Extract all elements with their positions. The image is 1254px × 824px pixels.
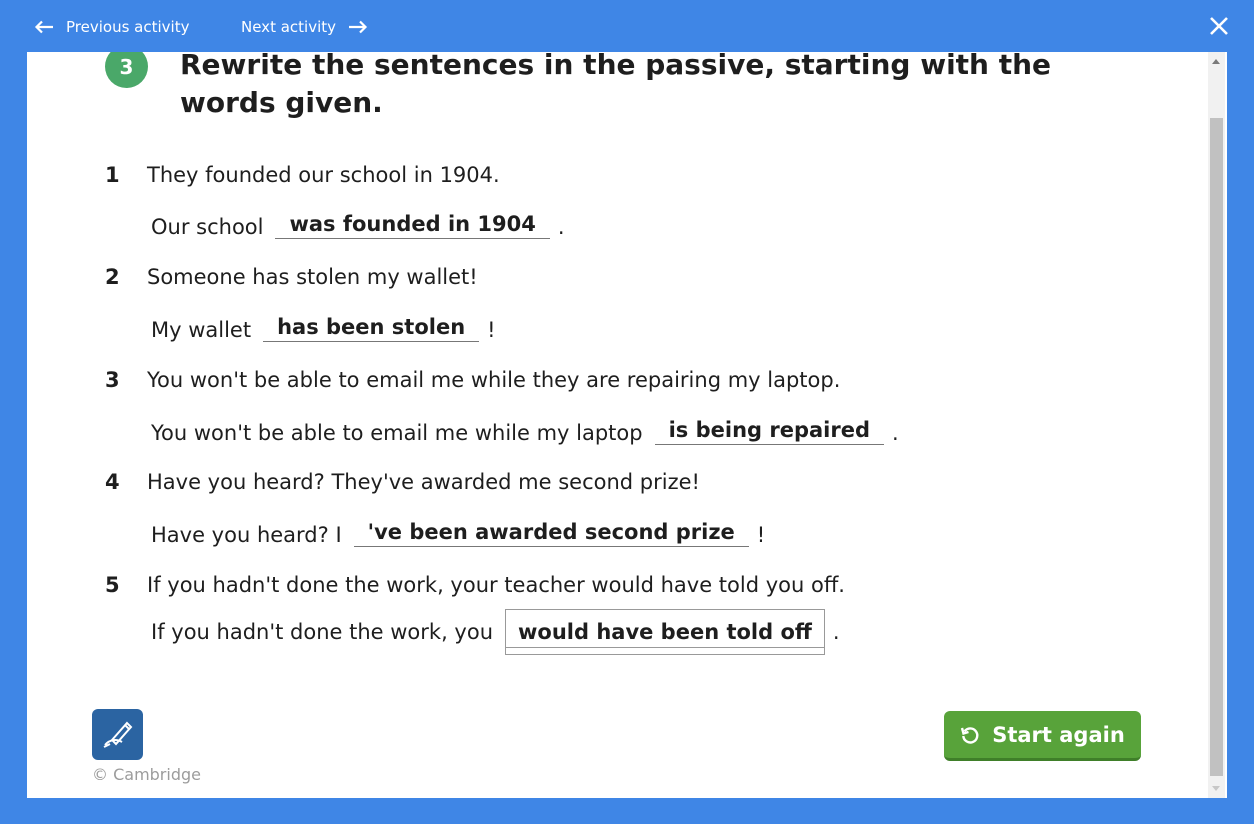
answer-prefix: Our school: [151, 215, 264, 239]
answer-prefix: My wallet: [151, 318, 252, 342]
answer-prefix: Have you heard? I: [151, 523, 342, 547]
scroll-up-icon[interactable]: [1212, 59, 1220, 64]
restart-icon: [961, 726, 979, 744]
question-sentence: If you hadn't done the work, your teache…: [147, 573, 845, 597]
scroll-down-icon[interactable]: [1212, 786, 1220, 791]
arrow-left-icon: [34, 20, 53, 34]
answer-suffix: !: [756, 523, 766, 547]
answer-suffix: .: [557, 215, 565, 239]
question-sentence: Someone has stolen my wallet!: [147, 265, 478, 289]
next-activity-button[interactable]: Next activity: [241, 16, 368, 38]
exercise-instruction: Rewrite the sentences in the passive, st…: [180, 52, 1052, 119]
answer-suffix: !: [487, 318, 496, 342]
next-activity-label: Next activity: [241, 18, 337, 36]
answer-suffix: .: [832, 620, 840, 644]
previous-activity-label: Previous activity: [66, 18, 190, 36]
answer-row: You won't be able to email me while my l…: [151, 418, 899, 445]
question-number: 3: [105, 368, 120, 392]
arrow-right-icon: [349, 20, 368, 34]
answer-field[interactable]: has been stolen: [263, 315, 480, 342]
answer-prefix: If you hadn't done the work, you: [151, 620, 493, 644]
copyright-text: © Cambridge: [92, 765, 201, 784]
question-sentence: You won't be able to email me while they…: [147, 368, 841, 392]
answer-field[interactable]: is being repaired: [654, 418, 885, 445]
exercise-number-badge: 3: [105, 52, 148, 88]
answer-row: Our school was founded in 1904 .: [151, 212, 565, 239]
answer-field[interactable]: was founded in 1904: [275, 212, 550, 239]
start-again-button[interactable]: Start again: [944, 711, 1141, 761]
activity-panel: 3 Rewrite the sentences in the passive, …: [27, 52, 1227, 798]
question-number: 1: [105, 163, 120, 187]
question-sentence: They founded our school in 1904.: [147, 163, 500, 187]
answer-row: If you hadn't done the work, you would h…: [151, 609, 840, 655]
answer-field[interactable]: 've been awarded second prize: [353, 520, 749, 547]
answer-row: My wallet has been stolen !: [151, 315, 496, 342]
question-number: 4: [105, 470, 120, 494]
vertical-scrollbar[interactable]: [1208, 52, 1225, 798]
top-bar: Previous activity Next activity: [0, 0, 1254, 52]
pen-annotate-icon: [103, 721, 133, 748]
start-again-label: Start again: [992, 722, 1125, 747]
answer-row: Have you heard? I 've been awarded secon…: [151, 520, 765, 547]
answer-prefix: You won't be able to email me while my l…: [151, 421, 643, 445]
question-sentence: Have you heard? They've awarded me secon…: [147, 470, 700, 494]
answer-suffix: .: [892, 421, 899, 445]
annotate-button[interactable]: [92, 709, 143, 760]
close-icon[interactable]: [1208, 15, 1230, 37]
previous-activity-button[interactable]: Previous activity: [34, 16, 189, 38]
question-number: 5: [105, 573, 120, 597]
answer-field-active[interactable]: would have been told off: [505, 609, 825, 655]
question-number: 2: [105, 265, 120, 289]
scrollbar-thumb[interactable]: [1210, 118, 1223, 776]
